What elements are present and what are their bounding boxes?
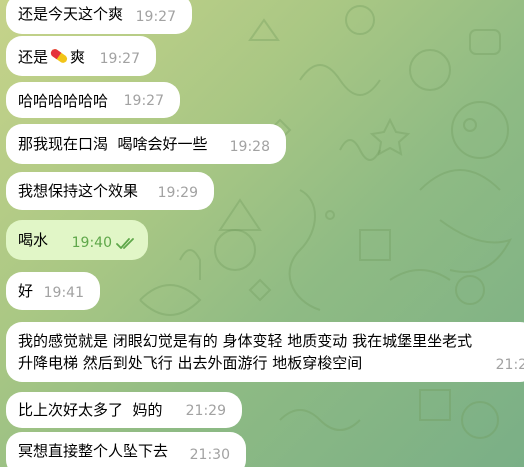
- pill-emoji-icon: [50, 49, 68, 63]
- message-text: 比上次好太多了 妈的: [18, 401, 163, 419]
- message-text: 我想保持这个效果: [18, 182, 139, 200]
- message-bubble[interactable]: 我想保持这个效果 19:29: [6, 172, 214, 210]
- message-timestamp: 19:29: [157, 185, 198, 201]
- message-bubble[interactable]: 那我现在口渴 喝啥会好一些 19:28: [6, 124, 286, 164]
- message-bubble[interactable]: 冥想直接整个人坠下去 21:30: [6, 432, 246, 467]
- message-text-line: 我的感觉就是 闭眼幻觉是有的 身体变轻 地质变动 我在城堡里坐老式: [18, 332, 473, 350]
- message-text: 冥想直接整个人坠下去: [18, 442, 169, 460]
- message-timestamp: 21:30: [189, 447, 230, 463]
- message-timestamp: 21:29: [495, 357, 524, 373]
- message-text-before-emoji: 还是: [18, 48, 49, 66]
- message-bubble[interactable]: 还是今天这个爽 19:27: [6, 0, 192, 34]
- message-text: 哈哈哈哈哈哈: [18, 92, 109, 110]
- message-text: 那我现在口渴 喝啥会好一些: [18, 135, 208, 153]
- message-text-after-emoji: 爽: [70, 48, 86, 66]
- message-bubble[interactable]: 哈哈哈哈哈哈 19:27: [6, 82, 180, 118]
- double-check-icon: [116, 238, 134, 249]
- message-text: 喝水: [18, 231, 49, 249]
- message-text: 还是今天这个爽: [18, 5, 124, 23]
- message-text: 好: [18, 282, 34, 300]
- message-timestamp: 19:41: [43, 285, 84, 301]
- message-timestamp: 19:40: [71, 235, 112, 251]
- message-bubble[interactable]: 好 19:41: [6, 272, 100, 310]
- message-timestamp: 19:27: [123, 93, 164, 109]
- message-timestamp: 21:29: [185, 403, 226, 419]
- message-timestamp: 19:28: [229, 139, 270, 155]
- message-timestamp: 19:27: [135, 9, 176, 25]
- message-text-line: 升降电梯 然后到处飞行 出去外面游行 地板穿梭空间: [18, 354, 363, 372]
- message-bubble-outgoing[interactable]: 喝水 19:40: [6, 220, 148, 260]
- message-bubble[interactable]: 比上次好太多了 妈的 21:29: [6, 392, 242, 428]
- message-bubble[interactable]: 我的感觉就是 闭眼幻觉是有的 身体变轻 地质变动 我在城堡里坐老式 升降电梯 然…: [6, 322, 524, 382]
- message-bubble[interactable]: 还是 爽 19:27: [6, 36, 156, 76]
- message-timestamp: 19:27: [99, 51, 140, 67]
